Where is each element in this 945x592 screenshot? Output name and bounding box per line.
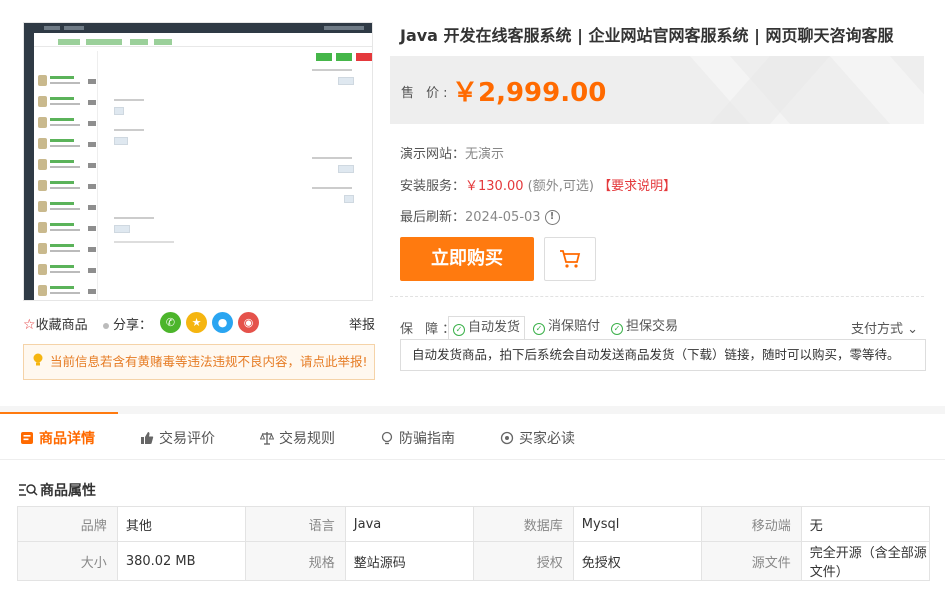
report-link[interactable]: 举报 <box>349 314 375 333</box>
check-icon: ✓ <box>533 323 545 335</box>
tab-reviews[interactable]: 交易评价 <box>140 428 215 448</box>
qzone-icon[interactable]: ★ <box>186 312 207 333</box>
attr-value: 其他 <box>116 506 246 542</box>
attr-key: 源文件 <box>700 541 802 581</box>
refresh-row: 最后刷新：2024-05-03! <box>400 206 560 225</box>
thumbs-up-icon <box>141 432 154 444</box>
qq-icon[interactable]: ● <box>212 312 233 333</box>
product-preview-image[interactable] <box>23 22 373 301</box>
install-price: ￥130.00 <box>465 179 524 194</box>
attr-value: 380.02 MB <box>116 541 246 581</box>
chevron-down-icon: ⌄ <box>907 322 918 337</box>
attr-key: 规格 <box>244 541 346 581</box>
share-label: 分享： <box>103 314 152 333</box>
preview-sidebar <box>24 23 34 300</box>
weibo-icon[interactable]: ◉ <box>238 312 259 333</box>
table-row: 品牌 其他 语言 Java 数据库 Mysql 移动端 无 <box>17 506 931 542</box>
guarantee-auto-delivery[interactable]: ✓ 自动发货 <box>448 316 526 340</box>
attr-value: 免授权 <box>572 541 702 581</box>
attributes-heading: 商品属性 <box>18 480 96 500</box>
tab-trade-rules[interactable]: 交易规则 <box>260 428 335 448</box>
tab-anti-fraud[interactable]: 防骗指南 <box>380 428 455 448</box>
tab-product-details[interactable]: 商品详情 <box>20 428 95 448</box>
bulb-icon <box>381 431 393 445</box>
wechat-icon[interactable]: ✆ <box>160 312 181 333</box>
guarantee-escrow[interactable]: ✓ 担保交易 <box>607 316 682 340</box>
share-icon <box>103 322 109 329</box>
tabs-divider <box>0 459 945 460</box>
attr-value: 完全开源（含全部源文件） <box>800 541 931 581</box>
scale-icon <box>260 432 274 445</box>
preview-visitor-item <box>38 283 96 300</box>
attributes-table: 品牌 其他 语言 Java 数据库 Mysql 移动端 无 大小 380.02 … <box>17 506 931 581</box>
attr-value: Java <box>344 506 474 542</box>
preview-visitor-item <box>38 136 96 154</box>
preview-visitor-list <box>36 51 98 300</box>
buy-now-button[interactable]: 立即购买 <box>400 237 534 281</box>
attr-key: 授权 <box>472 541 574 581</box>
document-icon <box>21 432 33 444</box>
favorite-button[interactable]: ☆收藏商品 <box>23 314 88 333</box>
tab-buyer-notice[interactable]: 买家必读 <box>500 428 575 448</box>
preview-visitor-item <box>38 262 96 280</box>
guarantee-compensation[interactable]: ✓ 消保赔付 <box>529 316 604 340</box>
list-search-icon <box>19 484 38 496</box>
price-box: 售 价: ￥2,999.00 <box>390 56 924 124</box>
install-requirements-link[interactable]: 【要求说明】 <box>598 179 676 194</box>
check-icon: ✓ <box>611 323 623 335</box>
guarantee-description: 自动发货商品，拍下后系统会自动发送商品发货（下载）链接，随时可以购买，零等待。 <box>400 339 926 371</box>
clock-icon[interactable]: ! <box>544 210 560 225</box>
attr-value: 无 <box>800 506 931 542</box>
refresh-date: 2024-05-03 <box>465 210 541 225</box>
section-divider <box>390 296 924 297</box>
preview-visitor-item <box>38 178 96 196</box>
attr-key: 大小 <box>17 541 118 581</box>
price-label: 售 价: <box>401 86 452 101</box>
notice-text: 当前信息若含有黄赌毒等违法违规不良内容，请点此举报! <box>50 354 368 369</box>
attr-value: Mysql <box>572 506 702 542</box>
preview-tabs <box>34 37 372 47</box>
preview-visitor-item <box>38 115 96 133</box>
cart-icon <box>560 250 581 268</box>
preview-visitor-item <box>38 241 96 259</box>
preview-visitor-item <box>38 220 96 238</box>
payment-method-dropdown[interactable]: 支付方式 ⌄ <box>851 318 918 337</box>
demo-value: 无演示 <box>465 147 505 162</box>
product-title: Java 开发在线客服系统 | 企业网站官网客服系统 | 网页聊天咨询客服 <box>400 26 894 45</box>
tab-bar-background <box>0 406 945 414</box>
preview-visitor-item <box>38 94 96 112</box>
preview-visitor-item <box>38 157 96 175</box>
preview-chat-area <box>102 51 372 300</box>
action-row: ☆收藏商品 分享： ✆ ★ ● ◉ 举报 <box>23 312 375 333</box>
preview-topbar <box>34 23 372 33</box>
guarantee-row: 保 障： ✓ 自动发货 ✓ 消保赔付 ✓ 担保交易 支付方式 ⌄ <box>400 316 924 340</box>
table-row: 大小 380.02 MB 规格 整站源码 授权 免授权 源文件 完全开源（含全部… <box>17 541 931 581</box>
target-icon <box>500 431 514 445</box>
preview-visitor-item <box>38 73 96 91</box>
attr-key: 语言 <box>244 506 346 542</box>
attr-value: 整站源码 <box>344 541 474 581</box>
price-value: ￥2,999.00 <box>452 78 607 108</box>
check-icon: ✓ <box>453 324 465 336</box>
preview-visitor-item <box>38 199 96 217</box>
add-to-cart-button[interactable] <box>544 237 596 281</box>
install-note: (额外,可选) <box>527 179 594 194</box>
attr-key: 移动端 <box>700 506 802 542</box>
report-notice[interactable]: 当前信息若含有黄赌毒等违法违规不良内容，请点此举报! <box>23 344 375 380</box>
demo-row: 演示网站：无演示 <box>400 147 505 162</box>
attr-key: 数据库 <box>472 506 574 542</box>
lightbulb-icon <box>33 353 43 366</box>
active-tab-indicator <box>0 412 118 414</box>
star-icon: ☆ <box>23 317 36 333</box>
install-row: 安装服务：￥130.00 (额外,可选) 【要求说明】 <box>400 179 677 194</box>
attr-key: 品牌 <box>17 506 118 542</box>
